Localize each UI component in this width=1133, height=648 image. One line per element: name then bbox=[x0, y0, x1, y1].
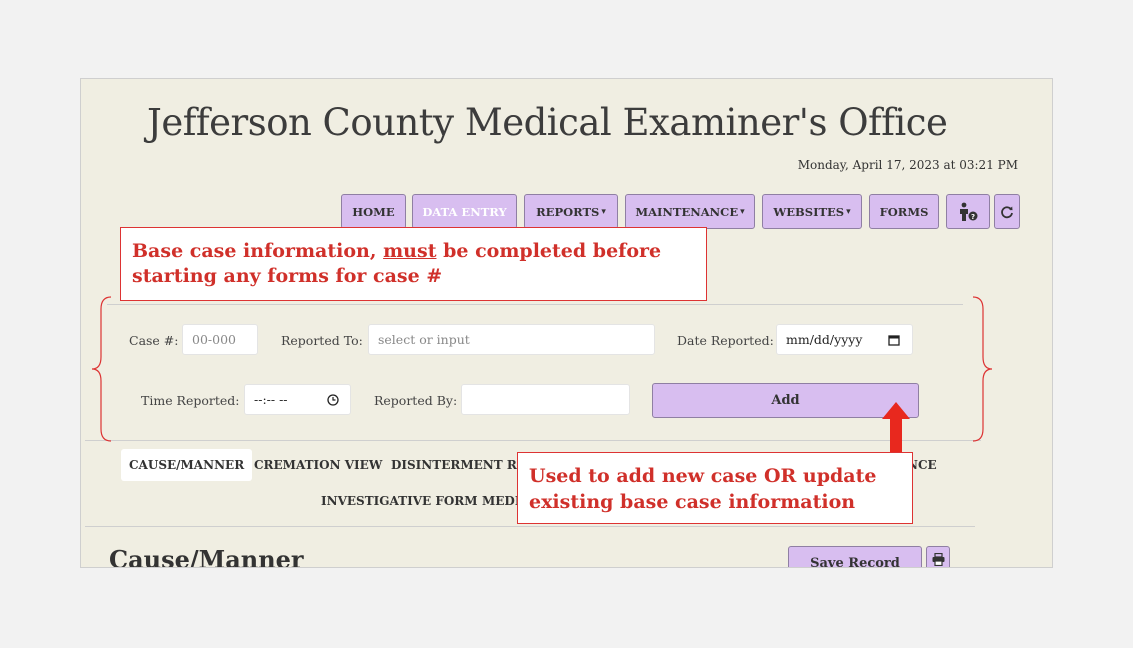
clock-icon[interactable] bbox=[327, 394, 339, 406]
nav-forms-button[interactable]: FORMS bbox=[869, 194, 939, 229]
divider bbox=[107, 304, 963, 305]
annotation-must: must bbox=[383, 240, 437, 262]
app-window: Jefferson County Medical Examiner's Offi… bbox=[80, 78, 1053, 568]
nav-data-entry-button[interactable]: DATA ENTRY bbox=[412, 194, 517, 229]
page-title: Jefferson County Medical Examiner's Offi… bbox=[147, 101, 948, 144]
nav-home-button[interactable]: HOME bbox=[341, 194, 406, 229]
section-title: Cause/Manner bbox=[109, 545, 304, 568]
reported-to-placeholder: select or input bbox=[378, 332, 470, 347]
date-reported-label: Date Reported: bbox=[677, 333, 774, 348]
tab-disinterment-release[interactable]: DISINTERMENT REL bbox=[391, 458, 534, 472]
save-record-button[interactable]: Save Record bbox=[788, 546, 922, 568]
save-record-label: Save Record bbox=[810, 556, 900, 568]
nav-data-entry-label: DATA ENTRY bbox=[422, 204, 507, 219]
case-number-placeholder: 00-000 bbox=[192, 332, 236, 347]
refresh-button[interactable] bbox=[994, 194, 1020, 229]
nav-home-label: HOME bbox=[352, 204, 395, 219]
add-button-label: Add bbox=[771, 393, 800, 408]
tab-cremation-view[interactable]: CREMATION VIEW bbox=[254, 458, 382, 472]
tab-medical-partial[interactable]: MEDI bbox=[482, 494, 520, 508]
tab-cause-manner[interactable]: CAUSE/MANNER bbox=[121, 449, 253, 481]
nav-maintenance-label: MAINTENANCE bbox=[635, 204, 739, 219]
caret-down-icon: ▾ bbox=[846, 206, 851, 217]
caret-down-icon: ▾ bbox=[601, 206, 606, 217]
help-button[interactable]: ? bbox=[946, 194, 990, 229]
time-reported-placeholder: --:-- -- bbox=[254, 392, 288, 407]
add-button[interactable]: Add bbox=[652, 383, 919, 418]
current-datetime: Monday, April 17, 2023 at 03:21 PM bbox=[797, 158, 1018, 172]
date-reported-input[interactable]: mm/dd/yyyy bbox=[776, 324, 913, 355]
svg-text:?: ? bbox=[971, 213, 975, 221]
refresh-icon bbox=[1001, 205, 1013, 218]
nav-websites-label: WEBSITES bbox=[773, 204, 845, 219]
divider bbox=[85, 440, 981, 441]
person-help-icon: ? bbox=[960, 202, 978, 221]
date-reported-placeholder: mm/dd/yyyy bbox=[786, 332, 863, 347]
nav-reports-button[interactable]: REPORTS ▾ bbox=[524, 194, 618, 229]
reported-to-label: Reported To: bbox=[281, 333, 363, 348]
annotation-base-case-pre: Base case information, bbox=[132, 240, 384, 262]
nav-websites-button[interactable]: WEBSITES ▾ bbox=[762, 194, 862, 229]
annotation-base-case: Base case information, must be completed… bbox=[120, 227, 707, 301]
time-reported-label: Time Reported: bbox=[141, 393, 240, 408]
printer-icon bbox=[932, 553, 944, 566]
annotation-add-button: Used to add new case OR update existing … bbox=[517, 452, 913, 524]
print-button[interactable] bbox=[926, 546, 950, 567]
case-number-input[interactable]: 00-000 bbox=[182, 324, 258, 355]
reported-by-label: Reported By: bbox=[374, 393, 458, 408]
right-brace-annotation bbox=[972, 296, 993, 442]
nav-forms-label: FORMS bbox=[879, 204, 929, 219]
reported-to-input[interactable]: select or input bbox=[368, 324, 655, 355]
nav-maintenance-button[interactable]: MAINTENANCE ▾ bbox=[625, 194, 755, 229]
case-number-label: Case #: bbox=[129, 333, 179, 348]
caret-down-icon: ▾ bbox=[740, 206, 745, 217]
divider bbox=[85, 526, 975, 527]
time-reported-input[interactable]: --:-- -- bbox=[244, 384, 351, 415]
calendar-icon[interactable] bbox=[888, 334, 900, 346]
nav-reports-label: REPORTS bbox=[536, 204, 600, 219]
left-brace-annotation bbox=[91, 296, 112, 442]
tab-investigative-form[interactable]: INVESTIGATIVE FORM bbox=[321, 494, 478, 508]
reported-by-input[interactable] bbox=[461, 384, 630, 415]
